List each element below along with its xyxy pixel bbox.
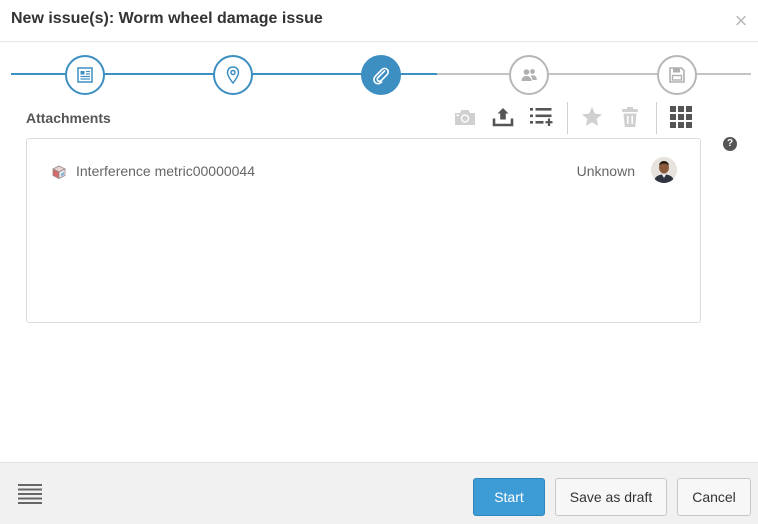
paperclip-icon	[373, 67, 390, 85]
add-list-button[interactable]	[526, 102, 556, 132]
delete-button[interactable]	[615, 102, 645, 132]
start-button[interactable]: Start	[473, 478, 545, 516]
trash-icon	[622, 107, 638, 127]
favorite-button[interactable]	[577, 102, 607, 132]
toolbar-divider	[567, 102, 568, 134]
upload-button[interactable]	[488, 102, 518, 132]
dialog-footer: Start Save as draft Cancel	[0, 462, 758, 524]
dialog-header: New issue(s): Worm wheel damage issue ×	[0, 0, 758, 42]
upload-icon	[492, 108, 514, 127]
save-as-draft-button[interactable]: Save as draft	[555, 478, 667, 516]
toolbar-divider	[656, 102, 657, 134]
camera-icon	[455, 110, 475, 125]
details-icon	[77, 67, 93, 83]
step-location[interactable]	[213, 55, 253, 95]
dialog-title: New issue(s): Worm wheel damage issue	[11, 10, 323, 27]
step-details[interactable]	[65, 55, 105, 95]
attachments-label: Attachments	[26, 110, 111, 126]
cancel-button[interactable]: Cancel	[677, 478, 751, 516]
progress-line-remaining	[437, 73, 751, 75]
list-menu-icon[interactable]	[18, 483, 42, 507]
grid-view-button[interactable]	[666, 102, 696, 132]
step-save[interactable]	[657, 55, 697, 95]
help-icon[interactable]: ?	[723, 137, 737, 151]
add-list-icon	[530, 108, 553, 126]
camera-button[interactable]	[450, 102, 480, 132]
users-icon	[521, 69, 537, 81]
3d-model-icon	[52, 165, 66, 180]
avatar	[651, 157, 677, 183]
wizard-stepper	[0, 52, 758, 98]
save-disk-icon	[669, 67, 685, 83]
attachment-name: Interference metric00000044	[76, 163, 255, 179]
star-icon	[582, 107, 602, 126]
attachment-status: Unknown	[576, 163, 635, 179]
close-icon[interactable]: ×	[731, 10, 751, 32]
grid-view-icon	[670, 106, 692, 128]
location-pin-icon	[226, 66, 240, 85]
step-people[interactable]	[509, 55, 549, 95]
list-item[interactable]: Interference metric00000044 Unknown	[47, 157, 677, 185]
attachments-list: Interference metric00000044 Unknown	[26, 138, 701, 323]
step-attachments[interactable]	[361, 55, 401, 95]
